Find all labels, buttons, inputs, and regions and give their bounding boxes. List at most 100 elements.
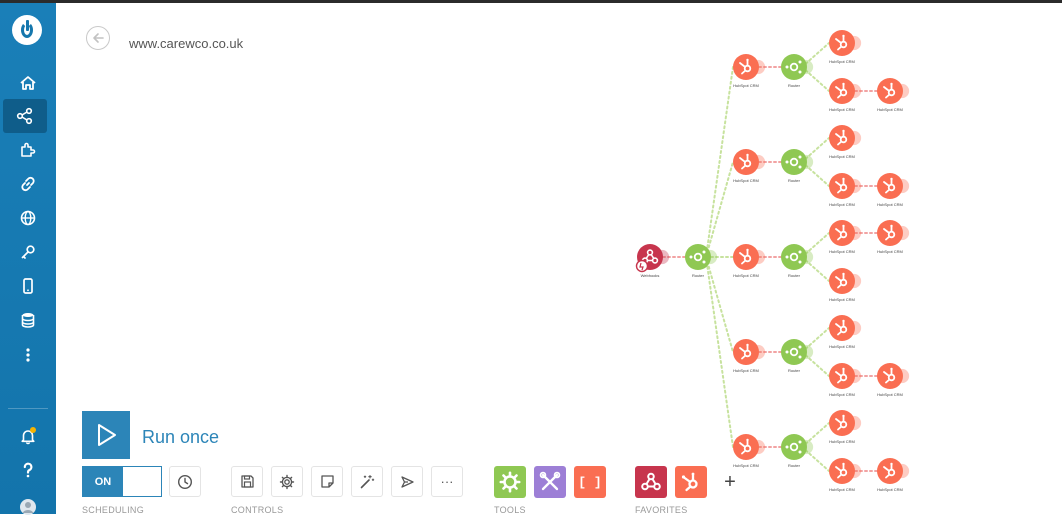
sidebar-item-profile[interactable] [0, 490, 56, 524]
airplane-icon [401, 475, 414, 488]
hubspot-module[interactable]: HubSpot CRM [877, 78, 910, 112]
scenario-settings-button[interactable] [271, 466, 303, 497]
arrow-left-icon [93, 33, 104, 43]
module-label: HubSpot CRM [877, 202, 903, 207]
router-module[interactable]: Router [781, 339, 814, 373]
notes-button[interactable] [311, 466, 343, 497]
tools-tool[interactable] [534, 466, 566, 498]
run-once-label[interactable]: Run once [142, 427, 219, 448]
run-once-button[interactable] [82, 411, 130, 459]
clock-icon [177, 474, 193, 489]
play-icon [98, 424, 116, 446]
notes-icon [320, 475, 334, 488]
webhook-trigger-module[interactable]: Webhooks [635, 244, 670, 278]
more-vertical-icon [26, 348, 30, 362]
sidebar-item-notifications[interactable] [0, 419, 56, 453]
text-parser-tool[interactable]: [ ] [574, 466, 606, 498]
hubspot-module[interactable]: HubSpot CRM [829, 363, 862, 397]
module-label: Router [788, 463, 801, 468]
hubspot-module[interactable]: HubSpot CRM [829, 78, 862, 112]
module-label: HubSpot CRM [829, 392, 855, 397]
sidebar-item-webhooks[interactable] [0, 201, 56, 235]
auto-align-button[interactable] [351, 466, 383, 497]
module-label: HubSpot CRM [733, 273, 759, 278]
module-label: Router [788, 273, 801, 278]
avatar-icon [20, 499, 36, 515]
more-controls-button[interactable]: ··· [431, 466, 463, 497]
back-button[interactable] [86, 26, 110, 50]
router-module[interactable]: Router [781, 149, 814, 183]
flow-control-tool[interactable] [494, 466, 526, 498]
hubspot-module[interactable]: HubSpot CRM [733, 339, 766, 373]
webhooks-icon [641, 472, 661, 491]
module-label: HubSpot CRM [829, 107, 855, 112]
sidebar-item-more[interactable] [0, 338, 56, 372]
link-icon [21, 176, 35, 192]
module-label: HubSpot CRM [829, 297, 855, 302]
settings-gear-icon [279, 474, 295, 489]
crossed-tools-icon [539, 471, 561, 491]
app-logo[interactable] [12, 15, 42, 45]
hubspot-module[interactable]: HubSpot CRM [733, 149, 766, 183]
sidebar-item-connections[interactable] [0, 167, 56, 201]
hubspot-module[interactable]: HubSpot CRM [733, 54, 766, 88]
magic-wand-icon [360, 474, 375, 488]
hubspot-favorite[interactable] [675, 466, 707, 498]
hubspot-module[interactable]: HubSpot CRM [829, 268, 862, 302]
sidebar-item-templates[interactable] [0, 133, 56, 167]
add-favorite-button[interactable]: + [716, 468, 744, 496]
question-icon [23, 462, 33, 478]
module-label: HubSpot CRM [829, 59, 855, 64]
more-horizontal-icon: ··· [440, 474, 454, 489]
page-title: www.carewco.co.uk [129, 36, 244, 51]
hubspot-module[interactable]: HubSpot CRM [829, 220, 862, 254]
save-button[interactable] [231, 466, 263, 497]
sidebar-item-scenarios[interactable] [3, 99, 47, 133]
explain-flow-button[interactable] [391, 466, 423, 497]
router-module[interactable]: Router [781, 54, 814, 88]
hubspot-module[interactable]: HubSpot CRM [829, 410, 862, 444]
notification-badge [30, 427, 36, 433]
hubspot-module[interactable]: HubSpot CRM [829, 458, 862, 492]
hubspot-module[interactable]: HubSpot CRM [829, 315, 862, 349]
module-label: HubSpot CRM [877, 107, 903, 112]
sidebar-item-data-stores[interactable] [0, 303, 56, 337]
module-label: HubSpot CRM [829, 154, 855, 159]
hubspot-module[interactable]: HubSpot CRM [829, 125, 862, 159]
module-connection [705, 256, 734, 353]
module-connection [705, 66, 734, 258]
hubspot-module[interactable]: HubSpot CRM [829, 173, 862, 207]
key-icon [21, 245, 35, 259]
module-label: HubSpot CRM [877, 249, 903, 254]
module-label: HubSpot CRM [733, 368, 759, 373]
sidebar-item-devices[interactable] [0, 269, 56, 303]
hubspot-module[interactable]: HubSpot CRM [877, 173, 910, 207]
share-icon [16, 107, 33, 125]
module-label: Router [788, 178, 801, 183]
router-module[interactable]: Router [781, 434, 814, 468]
module-layer: Webhooks HubSpot CRM Router HubSpot CRM HubS… [635, 30, 910, 492]
hubspot-module[interactable]: HubSpot CRM [829, 30, 862, 64]
main-router-module[interactable]: Router [685, 244, 718, 278]
hubspot-module[interactable]: HubSpot CRM [877, 458, 910, 492]
sidebar-item-help[interactable] [0, 453, 56, 487]
hubspot-module[interactable]: HubSpot CRM [877, 220, 910, 254]
scheduling-toggle[interactable]: ON [82, 466, 162, 497]
window-top-border [0, 0, 1062, 3]
router-module[interactable]: Router [781, 244, 814, 278]
hubspot-module[interactable]: HubSpot CRM [733, 244, 766, 278]
database-icon [21, 313, 35, 328]
scheduling-toggle-on[interactable]: ON [83, 467, 123, 496]
sidebar-item-home[interactable] [0, 66, 56, 100]
sidebar-item-keys[interactable] [0, 235, 56, 269]
schedule-settings-button[interactable] [169, 466, 201, 497]
phone-icon [23, 278, 33, 294]
hubspot-module[interactable]: HubSpot CRM [733, 434, 766, 468]
module-connection [705, 161, 734, 258]
module-label: HubSpot CRM [829, 487, 855, 492]
hubspot-module[interactable]: HubSpot CRM [877, 363, 910, 397]
module-label: Router [692, 273, 705, 278]
webhooks-favorite[interactable] [635, 466, 667, 498]
scenario-canvas[interactable]: Webhooks HubSpot CRM Router HubSpot CRM HubS… [600, 15, 930, 514]
module-label: HubSpot CRM [829, 249, 855, 254]
